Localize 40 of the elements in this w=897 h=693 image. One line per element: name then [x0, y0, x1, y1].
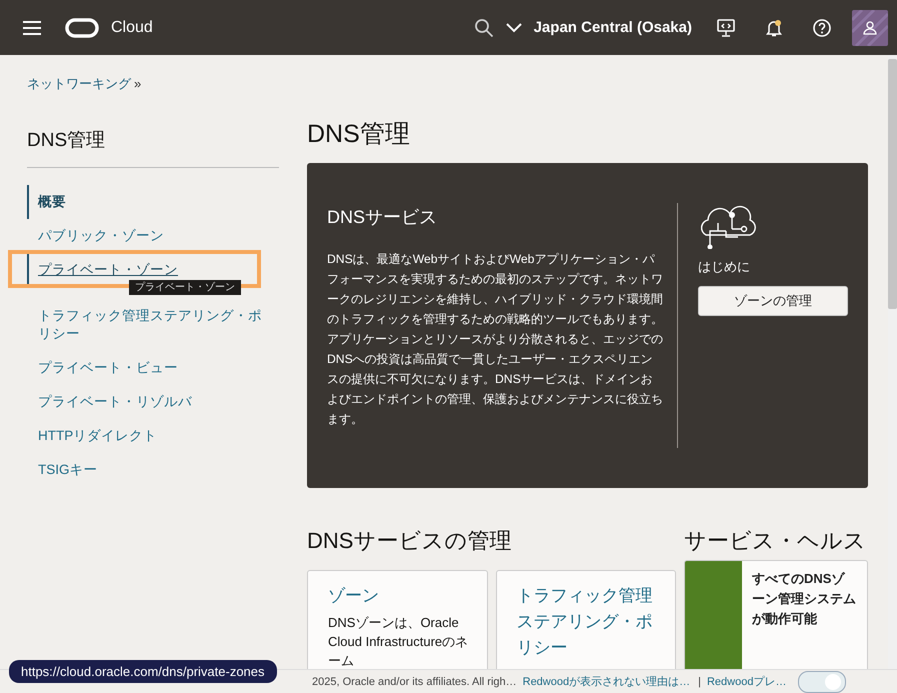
- scrollbar[interactable]: [888, 55, 897, 669]
- page-title: DNS管理: [307, 119, 411, 150]
- nav-item[interactable]: プライベート・リゾルバ: [27, 385, 279, 419]
- logo-icon[interactable]: [65, 18, 99, 38]
- getting-started-label: はじめに: [698, 258, 751, 276]
- tooltip: プライベート・ゾーン: [129, 280, 241, 295]
- manage-zones-button[interactable]: ゾーンの管理: [698, 286, 848, 316]
- nav-item[interactable]: HTTPリダイレクト: [27, 419, 279, 453]
- section-title: サービス・ヘルス: [684, 527, 867, 555]
- footer-link[interactable]: Redwoodが表示されない理由は…: [522, 674, 690, 689]
- monitor-icon[interactable]: [716, 18, 736, 38]
- card-title-link[interactable]: トラフィック管理ステアリング・ポリシー: [516, 583, 663, 661]
- region-selector[interactable]: Japan Central (Osaka): [506, 19, 692, 36]
- sidebar-title: DNS管理: [27, 127, 279, 168]
- menu-icon[interactable]: [22, 20, 42, 36]
- copyright-text: 2025, Oracle and/or its affiliates. All righ…: [312, 676, 517, 688]
- nav-item[interactable]: パブリック・ゾーン: [27, 219, 279, 253]
- bell-icon[interactable]: [764, 18, 784, 38]
- nav-item[interactable]: プライベート・ビュー: [27, 351, 279, 385]
- card-title-link[interactable]: ゾーン: [328, 583, 474, 609]
- breadcrumb-separator: »: [134, 76, 142, 91]
- card-description: DNSゾーンは、Oracle Cloud Infrastructureのネーム: [328, 614, 470, 669]
- link-url-tooltip: https://cloud.oracle.com/dns/private-zones: [9, 660, 277, 683]
- toggle-switch[interactable]: [798, 670, 846, 692]
- avatar-icon[interactable]: [852, 10, 888, 46]
- nav-item[interactable]: 概要: [27, 185, 279, 219]
- footer-link[interactable]: Redwoodプレ…: [706, 674, 786, 689]
- hero-description: DNSは、最適なWebサイトおよびWebアプリケーション・パフォーマンスを実現するための最初のステップです。ネットワークのレジリエンシを維持し、ハイブリッド・クラウド環境間のトラフィックを管理するための戦略的ツールでもあります。アプリケーションとリソースがより分散されると、エッジでのDNSへの投資は高品質で一貫したユーザー・エクスペリエンスの提供に不可欠になります。DNSサービスは、ドメインおよびエンドポイントの管理、保護およびメンテナンスに役立ちます。: [327, 251, 663, 428]
- hero-title: DNSサービス: [327, 206, 438, 229]
- breadcrumb-link[interactable]: ネットワーキング: [27, 76, 131, 91]
- chevron-down-icon: [506, 22, 522, 32]
- brand-name: Cloud: [111, 18, 153, 36]
- search-icon[interactable]: [474, 18, 494, 38]
- nav-item[interactable]: トラフィック管理ステアリング・ポリシー: [27, 299, 279, 351]
- health-message: すべてのDNSゾーン管理システムが動作可能: [751, 570, 857, 628]
- cloud-network-icon: [698, 203, 758, 249]
- footer-separator: |: [698, 676, 701, 688]
- help-icon[interactable]: [812, 18, 832, 38]
- nav-item[interactable]: TSIGキー: [27, 453, 279, 487]
- section-title: DNSサービスの管理: [307, 527, 512, 555]
